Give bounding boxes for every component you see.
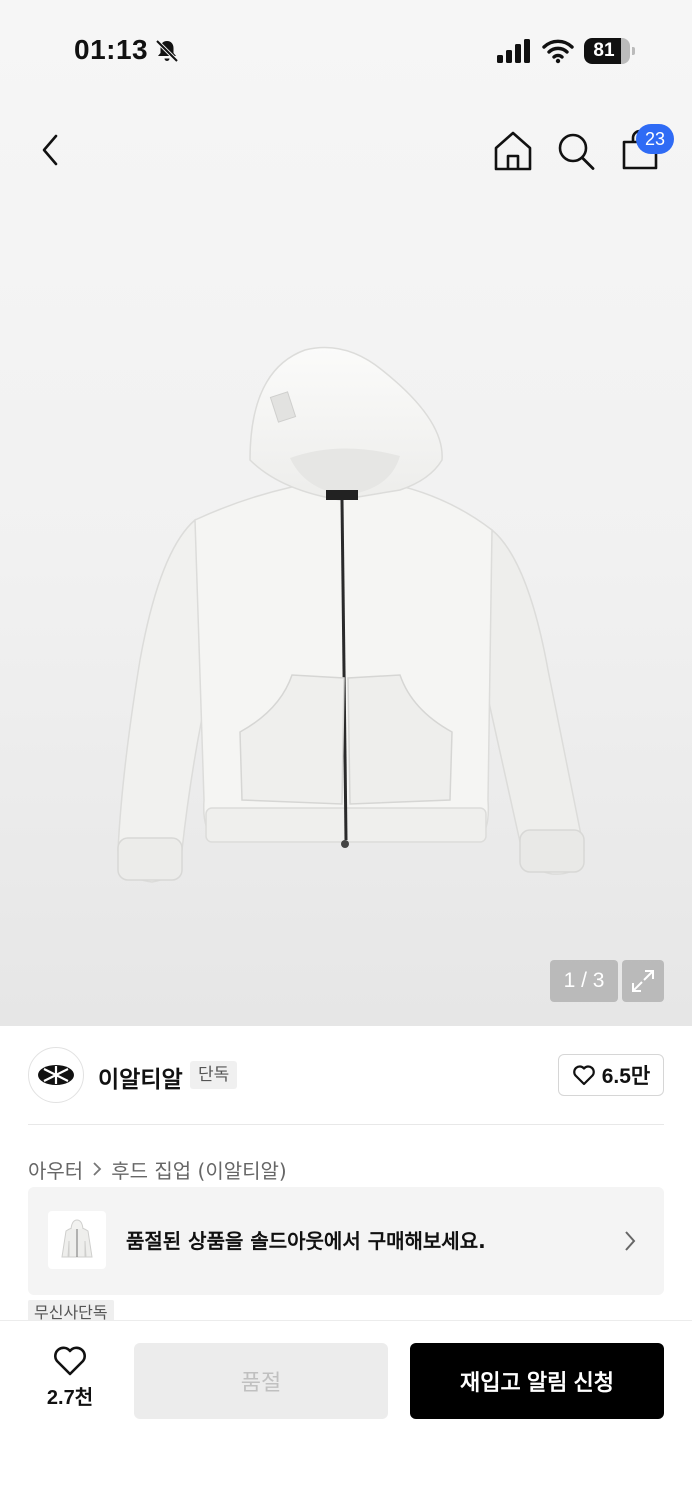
breadcrumb-subcategory[interactable]: 후드 집업 (이알티알) [111,1155,287,1184]
status-time: 01:13 [74,34,149,65]
brand-like-button[interactable]: 6.5만 [558,1054,664,1096]
exclusive-badge: 단독 [190,1061,238,1089]
expand-image-button[interactable] [622,960,664,1002]
battery-icon: 81 [584,38,636,64]
cart-count-badge: 23 [636,124,674,154]
wifi-icon [542,39,574,64]
soldout-banner[interactable]: 품절된 상품을 솔드아웃에서 구매해보세요. [28,1187,664,1295]
chevron-right-icon [93,1162,102,1176]
chevron-right-icon [625,1231,636,1251]
brand-like-count: 6.5만 [601,1065,651,1088]
breadcrumb: 아우터 후드 집업 (이알티알) [28,1154,287,1184]
home-button[interactable] [490,128,536,174]
search-button[interactable] [554,128,598,174]
back-arrow-icon [42,134,58,166]
restock-alert-button[interactable]: 재입고 알림 신청 [410,1343,664,1419]
bottom-action-bar: 2.7천 품절 재입고 알림 신청 [0,1320,692,1500]
bell-off-icon [155,39,179,63]
divider [28,1124,664,1125]
image-pager: 1 / 3 [550,960,618,1002]
battery-percent: 81 [593,40,615,61]
home-icon [494,131,532,171]
breadcrumb-category[interactable]: 아우터 [28,1155,83,1184]
status-bar: 01:13 81 [0,0,692,100]
hoodie-thumbnail-icon [61,1219,93,1258]
search-icon [558,133,595,170]
product-image[interactable] [100,330,600,900]
signal-icon [497,39,530,63]
wishlist-count: 2.7천 [46,1387,94,1409]
soldout-banner-text: 품절된 상품을 솔드아웃에서 구매해보세요. [126,1229,486,1253]
brand-logo[interactable] [28,1047,84,1103]
brand-logo-icon [38,1065,74,1085]
banner-chevron [618,1227,642,1255]
expand-icon [632,970,654,992]
heart-icon [54,1346,86,1376]
back-button[interactable] [30,128,70,172]
wishlist-button[interactable]: 2.7천 [30,1345,110,1415]
soldout-button[interactable]: 품절 [134,1343,388,1419]
heart-icon [572,1065,595,1086]
brand-name[interactable]: 이알티알 [98,1060,183,1094]
soldout-thumbnail [48,1211,106,1269]
